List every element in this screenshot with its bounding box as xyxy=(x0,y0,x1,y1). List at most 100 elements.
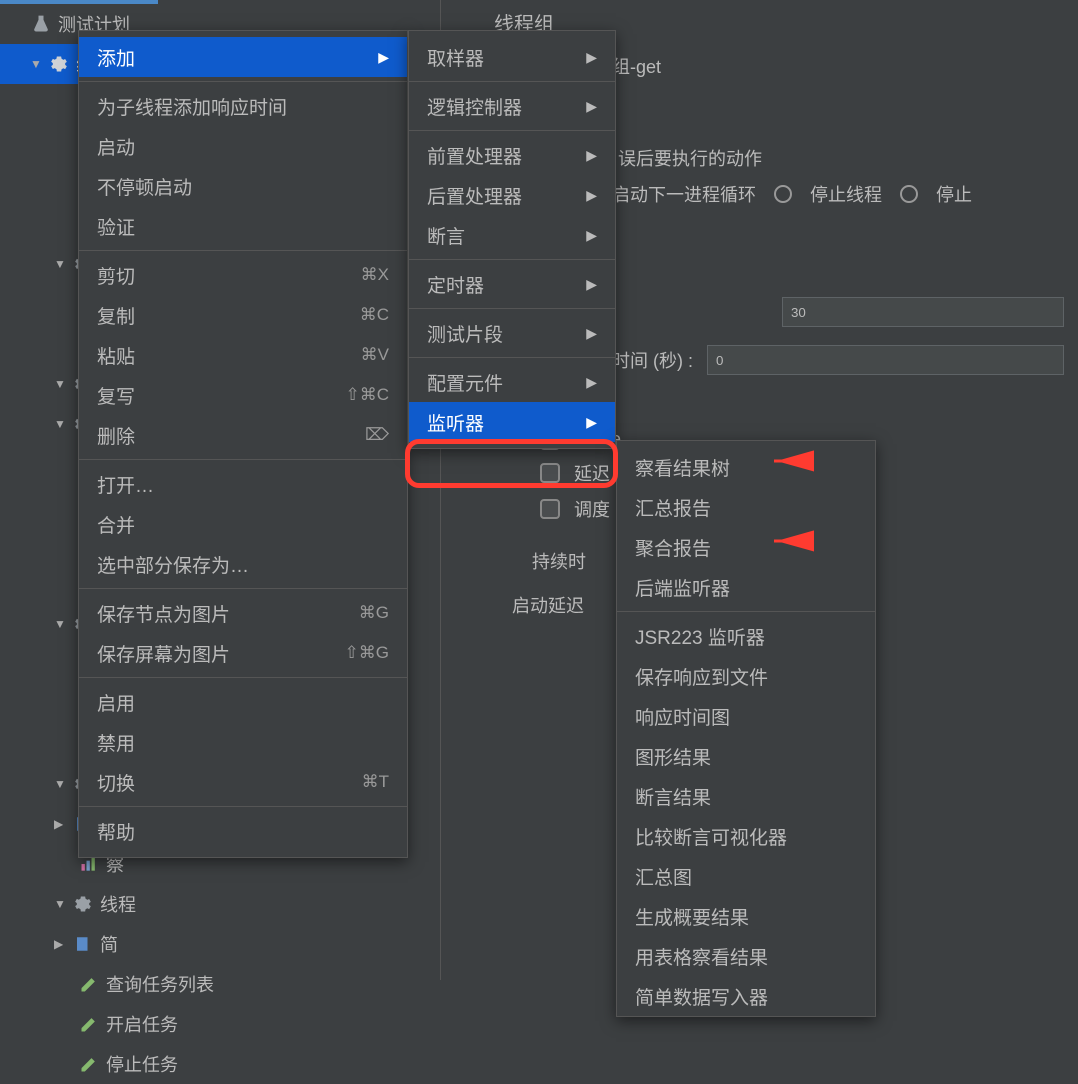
menu-label: 打开… xyxy=(97,471,154,498)
delay-checkbox[interactable] xyxy=(540,463,560,483)
ramp-input[interactable] xyxy=(707,345,1064,375)
menu-test-fragment[interactable]: 测试片段▶ xyxy=(409,313,615,353)
pencil-icon xyxy=(78,1013,100,1035)
menu-save-responses[interactable]: 保存响应到文件 xyxy=(617,656,875,696)
doc-icon xyxy=(72,933,94,955)
shortcut: ⌘G xyxy=(359,603,389,623)
menu-duplicate[interactable]: 复写⇧⌘C xyxy=(79,375,407,415)
menu-separator xyxy=(79,459,407,460)
menu-copy[interactable]: 复制⌘C xyxy=(79,295,407,335)
menu-cut[interactable]: 剪切⌘X xyxy=(79,255,407,295)
menu-simple-data-writer[interactable]: 简单数据写入器 xyxy=(617,976,875,1016)
pencil-icon xyxy=(78,973,100,995)
menu-view-results-tree[interactable]: 察看结果树 xyxy=(617,447,875,487)
menu-label: JSR223 监听器 xyxy=(635,623,765,650)
menu-label: 汇总图 xyxy=(635,863,692,890)
tree-item[interactable]: 开启任务 xyxy=(0,1004,440,1044)
menu-assertion[interactable]: 断言 ▶ xyxy=(409,215,615,255)
menu-pre-processor[interactable]: 前置处理器▶ xyxy=(409,135,615,175)
menu-label: 粘贴 xyxy=(97,342,135,369)
menu-label: 测试片段 xyxy=(427,320,503,347)
pencil-icon xyxy=(78,1053,100,1075)
menu-response-time-graph[interactable]: 响应时间图 xyxy=(617,696,875,736)
menu-label: 验证 xyxy=(97,213,135,240)
menu-enable[interactable]: 启用 xyxy=(79,682,407,722)
menu-view-results-table[interactable]: 用表格察看结果 xyxy=(617,936,875,976)
menu-post-processor[interactable]: 后置处理器 ▶ xyxy=(409,175,615,215)
menu-start-no-pause[interactable]: 不停顿启动 xyxy=(79,166,407,206)
context-menu-add: 取样器▶ 逻辑控制器▶ 前置处理器▶ 后置处理器▶ 断言▶ 定时器▶ 测试片段▶… xyxy=(408,30,616,449)
tree-item[interactable]: ▼线程 xyxy=(0,884,440,924)
menu-add-response-time[interactable]: 为子线程添加响应时间 xyxy=(79,86,407,126)
menu-label: 启用 xyxy=(97,689,135,716)
menu-paste[interactable]: 粘贴 ⌘V xyxy=(79,335,407,375)
menu-graph-results[interactable]: 图形结果 xyxy=(617,736,875,776)
tree-item[interactable]: 停止任务 xyxy=(0,1044,440,1084)
submenu-arrow-icon: ▶ xyxy=(586,414,597,431)
shortcut: ⌘V xyxy=(361,345,389,365)
menu-listener[interactable]: 监听器▶ xyxy=(409,402,615,442)
menu-label: 保存节点为图片 xyxy=(97,600,230,627)
gear-icon xyxy=(48,53,70,75)
menu-label: 配置元件 xyxy=(427,369,503,396)
menu-sampler[interactable]: 取样器▶ xyxy=(409,37,615,77)
menu-merge[interactable]: 合并 xyxy=(79,504,407,544)
menu-aggregate-report[interactable]: 聚合报告 xyxy=(617,527,875,567)
menu-label: 取样器 xyxy=(427,44,484,71)
menu-aggregate-graph[interactable]: 汇总图 xyxy=(617,856,875,896)
menu-save-screen-img[interactable]: 保存屏幕为图片⇧⌘G xyxy=(79,633,407,673)
menu-config-element[interactable]: 配置元件▶ xyxy=(409,362,615,402)
context-menu-main: 添加▶ 为子线程添加响应时间 启动 不停顿启动 验证 剪切⌘X 复制⌘C 粘贴 ⌘… xyxy=(78,30,408,858)
tree-item-label: 线程 xyxy=(100,891,136,917)
menu-label: 后置处理器 xyxy=(427,182,522,209)
menu-label: 断言 xyxy=(427,222,465,249)
tree-item-label: 开启任务 xyxy=(106,1011,178,1037)
threads-input[interactable] xyxy=(782,297,1064,327)
radio-stop-label: 停止 xyxy=(936,181,972,207)
delay-label: 延迟 xyxy=(574,460,610,486)
menu-assertion-results[interactable]: 断言结果 xyxy=(617,776,875,816)
menu-logic-controller[interactable]: 逻辑控制器▶ xyxy=(409,86,615,126)
menu-help[interactable]: 帮助 xyxy=(79,811,407,851)
shortcut: ⌘T xyxy=(362,772,389,792)
menu-label: 简单数据写入器 xyxy=(635,983,768,1010)
menu-save-node-img[interactable]: 保存节点为图片 ⌘G xyxy=(79,593,407,633)
menu-generate-summary[interactable]: 生成概要结果 xyxy=(617,896,875,936)
menu-label: 帮助 xyxy=(97,818,135,845)
radio-stop[interactable] xyxy=(900,185,918,203)
menu-label: 断言结果 xyxy=(635,783,711,810)
menu-jsr223[interactable]: JSR223 监听器 xyxy=(617,616,875,656)
shortcut: ⇧⌘C xyxy=(345,385,389,405)
startup-delay-label: 启动延迟 xyxy=(512,592,584,618)
tree-item-label: 简 xyxy=(100,931,118,957)
menu-summary-report[interactable]: 汇总报告 xyxy=(617,487,875,527)
submenu-arrow-icon: ▶ xyxy=(586,227,597,244)
menu-validate[interactable]: 验证 xyxy=(79,206,407,246)
menu-label: 复制 xyxy=(97,302,135,329)
menu-open[interactable]: 打开… xyxy=(79,464,407,504)
menu-separator xyxy=(79,588,407,589)
menu-label: 生成概要结果 xyxy=(635,903,749,930)
menu-label: 保存响应到文件 xyxy=(635,663,768,690)
menu-backend-listener[interactable]: 后端监听器 xyxy=(617,567,875,607)
tree-item[interactable]: 查询任务列表 xyxy=(0,964,440,1004)
duration-label: 持续时 xyxy=(532,548,586,574)
radio-stop-thread[interactable] xyxy=(774,185,792,203)
menu-label: 比较断言可视化器 xyxy=(635,823,787,850)
shortcut: ⇧⌘G xyxy=(345,643,389,663)
menu-toggle[interactable]: 切换⌘T xyxy=(79,762,407,802)
submenu-arrow-icon: ▶ xyxy=(586,187,597,204)
gear-icon xyxy=(72,893,94,915)
menu-save-selection[interactable]: 选中部分保存为… xyxy=(79,544,407,584)
tree-item[interactable]: ▶简 xyxy=(0,924,440,964)
menu-delete[interactable]: 删除⌦ xyxy=(79,415,407,455)
menu-start[interactable]: 启动 xyxy=(79,126,407,166)
menu-add[interactable]: 添加▶ xyxy=(79,37,407,77)
menu-disable[interactable]: 禁用 xyxy=(79,722,407,762)
menu-label: 逻辑控制器 xyxy=(427,93,522,120)
menu-separator xyxy=(79,806,407,807)
menu-comparison-viz[interactable]: 比较断言可视化器 xyxy=(617,816,875,856)
menu-separator xyxy=(617,611,875,612)
menu-timer[interactable]: 定时器▶ xyxy=(409,264,615,304)
sched-checkbox[interactable] xyxy=(540,499,560,519)
